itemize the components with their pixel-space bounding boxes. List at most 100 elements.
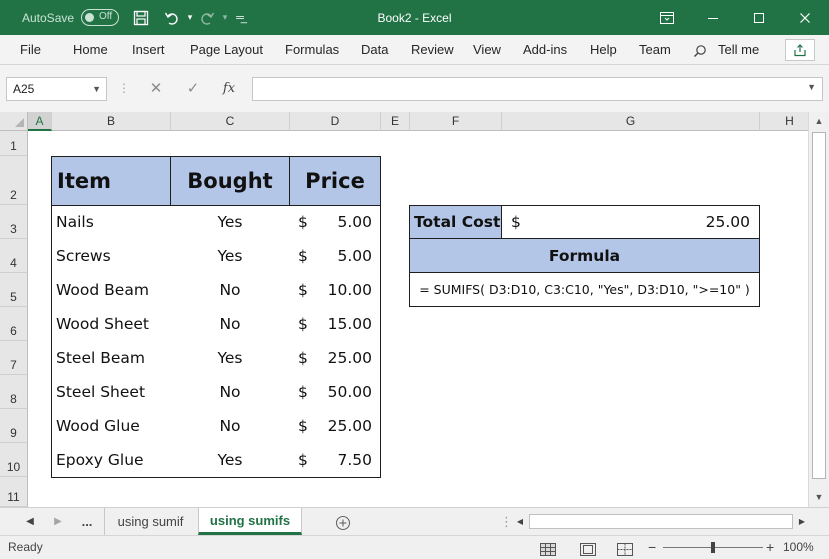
tab-review[interactable]: Review xyxy=(411,35,454,65)
chevron-down-icon[interactable]: ▼ xyxy=(92,78,101,100)
name-box[interactable]: A25 ▼ xyxy=(6,77,107,101)
minimize-icon[interactable] xyxy=(690,0,736,35)
column-header-f[interactable]: F xyxy=(410,112,502,131)
select-all-corner[interactable] xyxy=(0,112,28,131)
normal-view-icon[interactable] xyxy=(540,541,556,556)
horizontal-scrollbar[interactable] xyxy=(529,514,793,529)
tab-data[interactable]: Data xyxy=(361,35,388,65)
zoom-slider-thumb[interactable] xyxy=(711,542,715,553)
tab-page-layout[interactable]: Page Layout xyxy=(190,35,263,65)
undo-icon[interactable] xyxy=(162,0,182,35)
item-cell[interactable]: Nails xyxy=(52,205,170,239)
formula-text[interactable]: = SUMIFS( D3:D10, C3:C10, "Yes", D3:D10,… xyxy=(409,272,760,307)
tab-help[interactable]: Help xyxy=(590,35,617,65)
item-cell[interactable]: Wood Glue xyxy=(52,409,170,443)
row-header-11[interactable]: 11 xyxy=(0,477,28,507)
scroll-down-icon[interactable]: ▼ xyxy=(809,489,829,506)
zoom-out-icon[interactable]: − xyxy=(648,536,656,559)
price-cell[interactable]: 5.00 xyxy=(310,239,372,273)
redo-icon[interactable] xyxy=(197,0,217,35)
item-cell[interactable]: Screws xyxy=(52,239,170,273)
bought-cell[interactable]: No xyxy=(171,307,289,341)
new-sheet-button[interactable] xyxy=(332,508,354,535)
zoom-level[interactable]: 100% xyxy=(783,536,814,559)
price-cell[interactable]: 50.00 xyxy=(310,375,372,409)
item-cell[interactable]: Wood Sheet xyxy=(52,307,170,341)
next-sheet-icon[interactable]: ▶ xyxy=(50,508,66,535)
ribbon-display-icon[interactable] xyxy=(644,0,690,35)
column-header-d[interactable]: D xyxy=(290,112,381,131)
page-layout-view-icon[interactable] xyxy=(580,541,596,556)
price-cell[interactable]: 25.00 xyxy=(310,409,372,443)
insert-function-icon[interactable]: fx xyxy=(217,77,241,101)
scroll-thumb[interactable] xyxy=(812,132,826,479)
tab-add-ins[interactable]: Add-ins xyxy=(523,35,567,65)
tab-view[interactable]: View xyxy=(473,35,501,65)
bought-cell[interactable]: Yes xyxy=(171,205,289,239)
column-header-g[interactable]: G xyxy=(502,112,760,131)
prev-sheet-icon[interactable]: ◀ xyxy=(22,508,38,535)
item-cell[interactable]: Steel Sheet xyxy=(52,375,170,409)
lightbulb-search-icon[interactable] xyxy=(693,35,707,65)
total-cost-cell[interactable]: $ 25.00 xyxy=(501,205,760,239)
formula-input[interactable]: ▼ xyxy=(252,77,823,101)
row-header-4[interactable]: 4 xyxy=(0,239,28,273)
confirm-entry-icon[interactable]: ✓ xyxy=(181,77,205,101)
tab-home[interactable]: Home xyxy=(73,35,108,65)
maximize-icon[interactable] xyxy=(736,0,782,35)
formula-header[interactable]: Formula xyxy=(409,238,760,273)
price-cell[interactable]: 10.00 xyxy=(310,273,372,307)
price-cell[interactable]: 15.00 xyxy=(310,307,372,341)
worksheet-grid[interactable]: A B C D E F G H 1 2 3 4 5 6 7 8 9 10 11 … xyxy=(0,112,808,507)
sheet-tab-using-sumifs[interactable]: using sumifs xyxy=(198,508,302,535)
bought-cell[interactable]: No xyxy=(171,375,289,409)
page-break-view-icon[interactable] xyxy=(617,541,633,556)
more-sheets-button[interactable]: ... xyxy=(76,508,98,535)
tab-insert[interactable]: Insert xyxy=(132,35,165,65)
total-cost-label[interactable]: Total Cost xyxy=(409,205,502,239)
tab-splitter-icon[interactable]: ⋮ xyxy=(500,508,513,535)
tab-formulas[interactable]: Formulas xyxy=(285,35,339,65)
sheet-tab-using-sumif[interactable]: using sumif xyxy=(104,508,196,535)
item-cell[interactable]: Steel Beam xyxy=(52,341,170,375)
bought-cell[interactable]: No xyxy=(171,273,289,307)
tab-team[interactable]: Team xyxy=(639,35,671,65)
price-cell[interactable]: 5.00 xyxy=(310,205,372,239)
bought-cell[interactable]: Yes xyxy=(171,341,289,375)
autosave-toggle[interactable]: Off xyxy=(81,9,119,26)
row-header-5[interactable]: 5 xyxy=(0,273,28,307)
vertical-scrollbar[interactable]: ▲ ▼ xyxy=(808,112,829,507)
scroll-up-icon[interactable]: ▲ xyxy=(809,113,829,130)
formula-bar-grip-icon[interactable]: ⋮ xyxy=(118,81,130,95)
header-price[interactable]: Price xyxy=(289,156,381,206)
cancel-entry-icon[interactable]: ✕ xyxy=(144,77,168,101)
close-icon[interactable] xyxy=(782,0,828,35)
customize-qat-icon[interactable]: ═̲ xyxy=(230,0,250,35)
item-cell[interactable]: Epoxy Glue xyxy=(52,443,170,477)
column-header-e[interactable]: E xyxy=(381,112,410,131)
row-header-10[interactable]: 10 xyxy=(0,443,28,477)
bought-cell[interactable]: No xyxy=(171,409,289,443)
column-header-h[interactable]: H xyxy=(760,112,808,131)
column-header-b[interactable]: B xyxy=(52,112,171,131)
price-cell[interactable]: 7.50 xyxy=(310,443,372,477)
tell-me-search[interactable]: Tell me xyxy=(718,35,759,65)
row-header-6[interactable]: 6 xyxy=(0,307,28,341)
row-header-8[interactable]: 8 xyxy=(0,375,28,409)
price-cell[interactable]: 25.00 xyxy=(310,341,372,375)
bought-cell[interactable]: Yes xyxy=(171,443,289,477)
header-bought[interactable]: Bought xyxy=(170,156,290,206)
bought-cell[interactable]: Yes xyxy=(171,239,289,273)
header-item[interactable]: Item xyxy=(51,156,171,206)
row-header-1[interactable]: 1 xyxy=(0,131,28,156)
row-header-3[interactable]: 3 xyxy=(0,205,28,239)
share-button[interactable] xyxy=(785,39,815,61)
row-header-2[interactable]: 2 xyxy=(0,156,28,205)
row-header-7[interactable]: 7 xyxy=(0,341,28,375)
save-icon[interactable] xyxy=(131,0,151,35)
zoom-in-icon[interactable]: + xyxy=(766,536,774,559)
column-header-a[interactable]: A xyxy=(28,112,52,131)
row-header-9[interactable]: 9 xyxy=(0,409,28,443)
expand-formula-bar-icon[interactable]: ▼ xyxy=(807,82,816,92)
column-header-c[interactable]: C xyxy=(171,112,290,131)
